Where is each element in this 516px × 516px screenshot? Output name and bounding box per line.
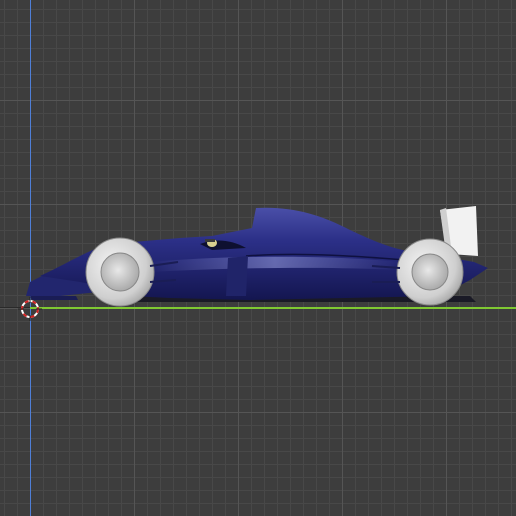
3d-viewport[interactable] [0, 0, 516, 516]
front-wheel [85, 237, 155, 307]
formula-car-model[interactable] [26, 206, 488, 307]
sidepod-inlet [226, 256, 248, 296]
scene-canvas [18, 206, 488, 321]
front-wing-endplate [30, 296, 78, 300]
rear-wheel [396, 238, 464, 306]
3d-cursor-icon[interactable] [18, 297, 42, 321]
